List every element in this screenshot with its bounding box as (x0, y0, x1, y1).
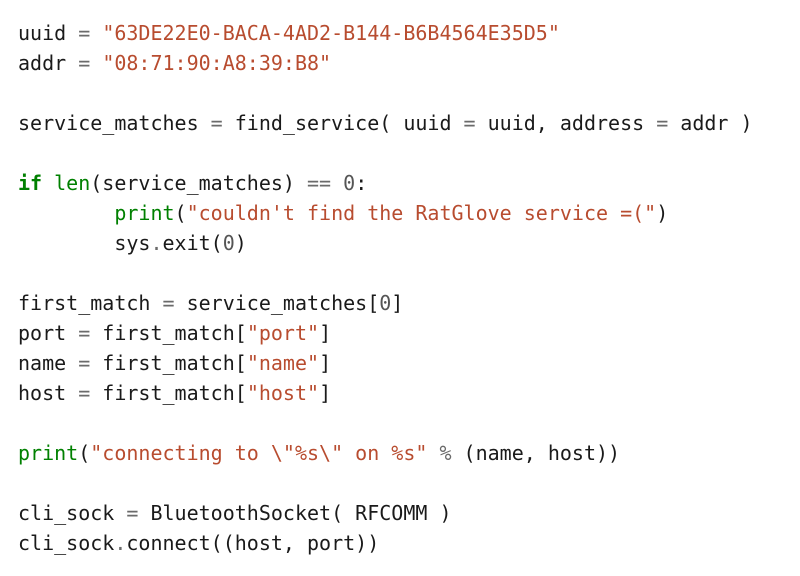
string-literal: "couldn't find the RatGlove service =(" (187, 201, 657, 225)
code-line: sys.exit(0) (18, 231, 247, 255)
code-line: addr = "08:71:90:A8:39:B8" (18, 51, 331, 75)
number-literal: 0 (343, 171, 355, 195)
code-line: print("couldn't find the RatGlove servic… (18, 201, 668, 225)
code-line: if len(service_matches) == 0: (18, 171, 367, 195)
builtin: print (114, 201, 174, 225)
code-line: uuid = "63DE22E0-BACA-4AD2-B144-B6B4564E… (18, 21, 560, 45)
code-line: cli_sock.connect((host, port)) (18, 531, 379, 555)
code-line: port = first_match["port"] (18, 321, 331, 345)
code-line: host = first_match["host"] (18, 381, 331, 405)
builtin: print (18, 441, 78, 465)
code-line: first_match = service_matches[0] (18, 291, 403, 315)
code-line: print("connecting to \"%s\" on %s" % (na… (18, 441, 620, 465)
number-literal: 0 (223, 231, 235, 255)
keyword: if (18, 171, 42, 195)
number-literal: 0 (379, 291, 391, 315)
string-literal: "port" (247, 321, 319, 345)
code-line: cli_sock = BluetoothSocket( RFCOMM ) (18, 501, 452, 525)
string-literal: "63DE22E0-BACA-4AD2-B144-B6B4564E35D5" (102, 21, 560, 45)
string-literal: "connecting to \"%s\" on %s" (90, 441, 427, 465)
builtin: len (54, 171, 90, 195)
string-literal: "name" (247, 351, 319, 375)
code-line: service_matches = find_service( uuid = u… (18, 111, 753, 135)
string-literal: "host" (247, 381, 319, 405)
string-literal: "08:71:90:A8:39:B8" (102, 51, 331, 75)
code-line: name = first_match["name"] (18, 351, 331, 375)
code-block: uuid = "63DE22E0-BACA-4AD2-B144-B6B4564E… (0, 0, 800, 576)
